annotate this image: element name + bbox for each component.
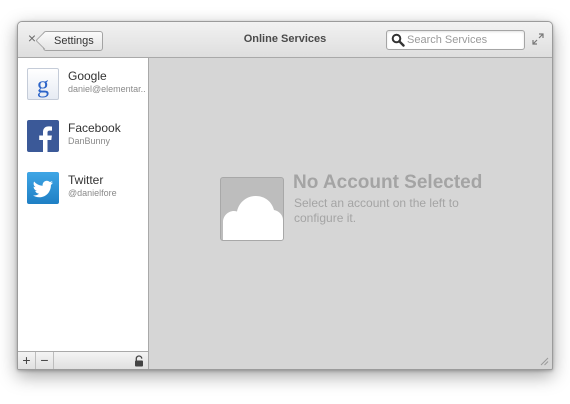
account-item-google[interactable]: g Google daniel@elementar...: [18, 68, 148, 120]
facebook-icon: [27, 120, 59, 152]
account-username: daniel@elementar...: [68, 84, 146, 94]
accounts-sidebar: g Google daniel@elementar... Facebook Da…: [18, 58, 149, 369]
search-icon: [391, 33, 405, 47]
account-service-name: Google: [68, 69, 107, 83]
back-button-label: Settings: [54, 35, 94, 47]
remove-account-button[interactable]: −: [36, 352, 54, 369]
svg-text:g: g: [37, 71, 49, 98]
search-input[interactable]: [407, 31, 519, 49]
cloud-icon: [220, 177, 284, 241]
online-services-window: × Settings Online Services g Google da: [17, 21, 553, 370]
twitter-icon: [27, 172, 59, 204]
account-details-pane: No Account Selected Select an account on…: [149, 58, 552, 369]
plus-icon: +: [22, 352, 31, 368]
sidebar-toolbar: + −: [18, 351, 148, 369]
empty-state-description: Select an account on the left to configu…: [294, 196, 459, 225]
account-item-twitter[interactable]: Twitter @danielfore: [18, 172, 148, 224]
search-field[interactable]: [386, 30, 525, 50]
close-icon: ×: [27, 30, 37, 46]
empty-state-title: No Account Selected: [293, 172, 483, 193]
titlebar: × Settings Online Services: [18, 22, 552, 58]
account-username: DanBunny: [68, 136, 111, 146]
add-account-button[interactable]: +: [18, 352, 36, 369]
account-item-facebook[interactable]: Facebook DanBunny: [18, 120, 148, 172]
account-service-name: Facebook: [68, 121, 121, 135]
back-button[interactable]: Settings: [43, 31, 103, 51]
maximize-icon[interactable]: [532, 33, 544, 45]
lock-icon[interactable]: [134, 355, 144, 367]
minus-icon: −: [40, 352, 49, 368]
resize-grip-icon[interactable]: [540, 357, 549, 366]
google-icon: g: [27, 68, 59, 100]
account-username: @danielfore: [68, 188, 117, 198]
account-service-name: Twitter: [68, 173, 104, 187]
